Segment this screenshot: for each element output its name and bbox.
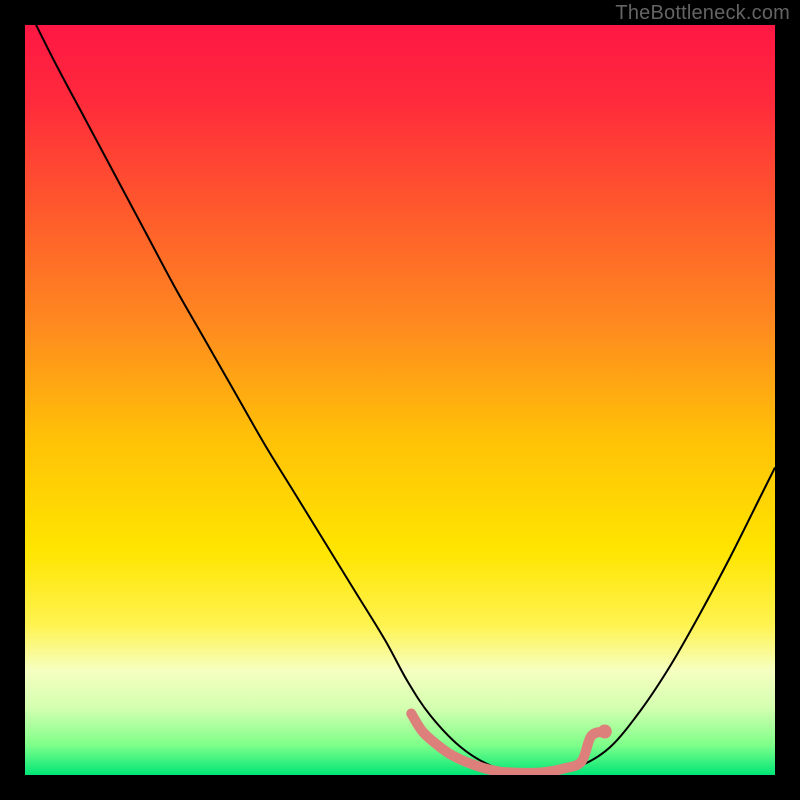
frame-border [0,775,800,800]
frame-border [775,0,800,800]
gradient-background [25,25,775,775]
watermark-text: TheBottleneck.com [615,2,790,25]
chart-frame: TheBottleneck.com [0,0,800,800]
optimal-point-dot [598,725,612,739]
bottleneck-chart [0,0,800,800]
frame-border [0,0,25,800]
